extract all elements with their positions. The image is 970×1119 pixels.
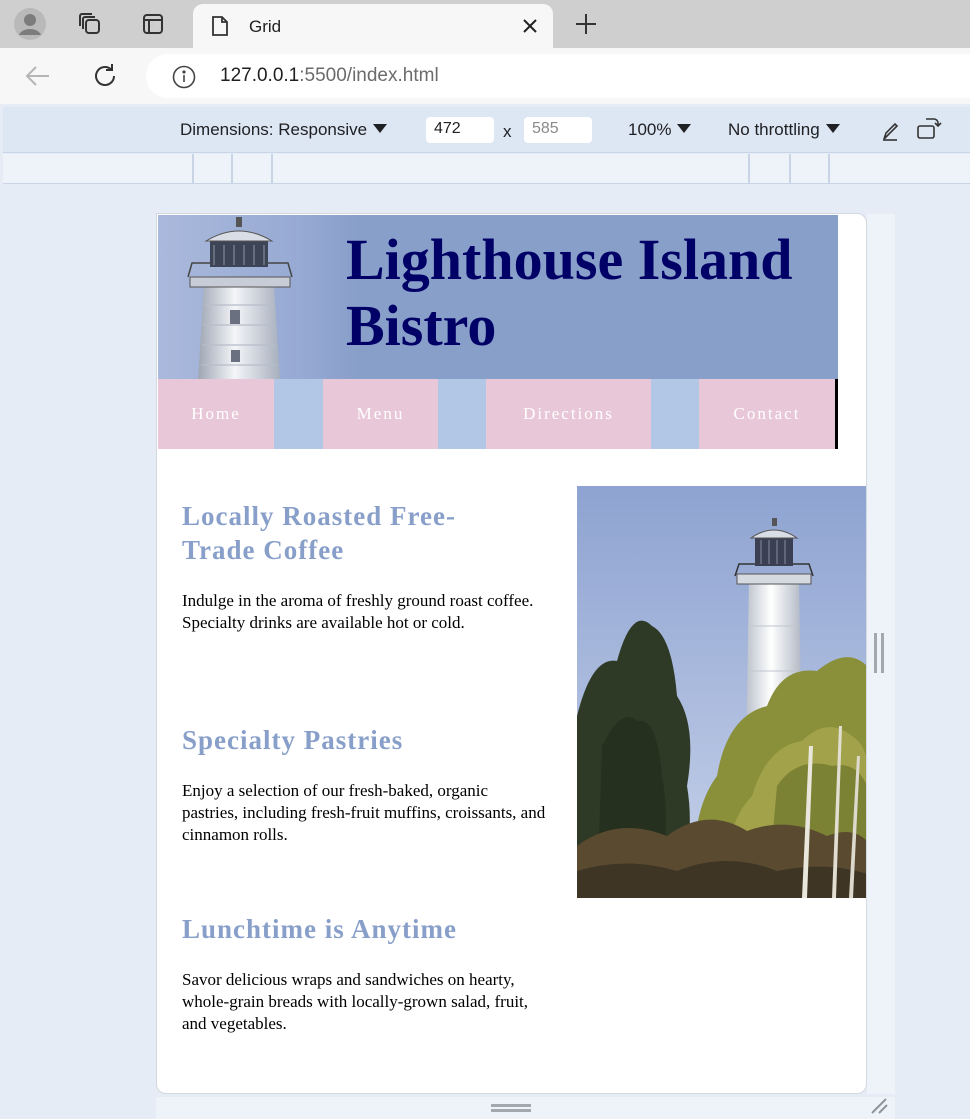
header-lighthouse-image: [158, 215, 358, 379]
zoom-dropdown[interactable]: 100%: [628, 120, 692, 140]
throttling-label: No throttling: [728, 120, 820, 139]
browser-toolbar: 127.0.0.1:5500/index.html: [0, 48, 970, 104]
site-nav: Home Menu Directions Contact: [158, 379, 838, 449]
ruler-mark: [231, 154, 233, 184]
back-button[interactable]: [20, 58, 56, 94]
vertical-tabs-button[interactable]: [135, 6, 171, 42]
width-input[interactable]: 472: [426, 117, 494, 143]
section-heading-lunch: Lunchtime is Anytime: [182, 914, 458, 944]
caret-down-icon: [373, 124, 388, 133]
tab-title: Grid: [249, 17, 282, 36]
close-icon: [523, 19, 537, 33]
section-heading-coffee: Locally Roasted Free-Trade Coffee: [182, 501, 456, 565]
lighthouse-photo: [577, 486, 866, 898]
new-tab-icon: [576, 14, 596, 34]
profile-icon: [14, 8, 46, 40]
profile-button[interactable]: [12, 6, 48, 42]
ruler-mark: [748, 154, 750, 184]
url-host: 127.0.0.1: [220, 65, 300, 86]
resize-handle-bottom[interactable]: [491, 1104, 531, 1112]
ruler-mark: [789, 154, 791, 184]
workspaces-button[interactable]: [72, 6, 108, 42]
ruler-mark: [271, 154, 273, 184]
caret-down-icon: [825, 124, 840, 133]
drag-handle-icon: [881, 633, 884, 673]
info-icon: [172, 65, 196, 89]
media-query-bar: [3, 154, 970, 184]
height-input[interactable]: 585: [524, 117, 592, 143]
resize-corner-icon[interactable]: [870, 1097, 890, 1115]
nav-home[interactable]: Home: [158, 379, 274, 449]
section-heading-pastries: Specialty Pastries: [182, 725, 404, 755]
back-icon: [25, 66, 49, 86]
rotate-icon[interactable]: [916, 117, 944, 143]
tab-grid[interactable]: Grid: [193, 4, 553, 48]
refresh-icon: [95, 64, 115, 86]
drag-handle-icon: [491, 1104, 531, 1107]
nav-contact[interactable]: Contact: [699, 379, 835, 449]
zoom-label: 100%: [628, 120, 672, 139]
nav-directions[interactable]: Directions: [486, 379, 651, 449]
pen-icon[interactable]: [881, 121, 899, 141]
section-body-lunch: Savor delicious wraps and sandwiches on …: [182, 970, 529, 1033]
new-tab-button[interactable]: [568, 6, 604, 42]
workspaces-icon: [79, 13, 100, 34]
drag-handle-icon: [491, 1109, 531, 1112]
dimensions-dropdown[interactable]: Dimensions: Responsive: [180, 120, 388, 140]
site-header: Lighthouse Island Bistro: [158, 215, 838, 379]
nav-menu[interactable]: Menu: [323, 379, 438, 449]
page-viewport: Lighthouse Island Bistro Home Menu Direc…: [156, 213, 867, 1094]
close-tab-button[interactable]: [519, 15, 541, 37]
resize-handle-right[interactable]: [874, 633, 884, 673]
section-body-coffee: Indulge in the aroma of freshly ground r…: [182, 591, 534, 632]
ruler-mark: [192, 154, 194, 184]
drag-handle-icon: [874, 633, 877, 673]
site-title: Lighthouse Island Bistro: [346, 227, 793, 358]
url-path: :5500/index.html: [299, 65, 439, 86]
page-icon: [212, 16, 228, 36]
vertical-tabs-icon: [143, 14, 163, 34]
tab-strip: Grid: [0, 0, 970, 48]
throttling-dropdown[interactable]: No throttling: [728, 120, 840, 140]
url-text: 127.0.0.1:5500/index.html: [220, 65, 439, 87]
caret-down-icon: [677, 124, 692, 133]
dimensions-label: Dimensions: Responsive: [180, 120, 368, 139]
address-bar[interactable]: 127.0.0.1:5500/index.html: [146, 54, 970, 98]
device-toolbar: Dimensions: Responsive 472 x 585 100% No…: [3, 107, 970, 153]
ruler-mark: [828, 154, 830, 184]
times-symbol: x: [503, 122, 512, 141]
section-body-pastries: Enjoy a selection of our fresh-baked, or…: [182, 781, 546, 844]
refresh-button[interactable]: [87, 58, 123, 94]
